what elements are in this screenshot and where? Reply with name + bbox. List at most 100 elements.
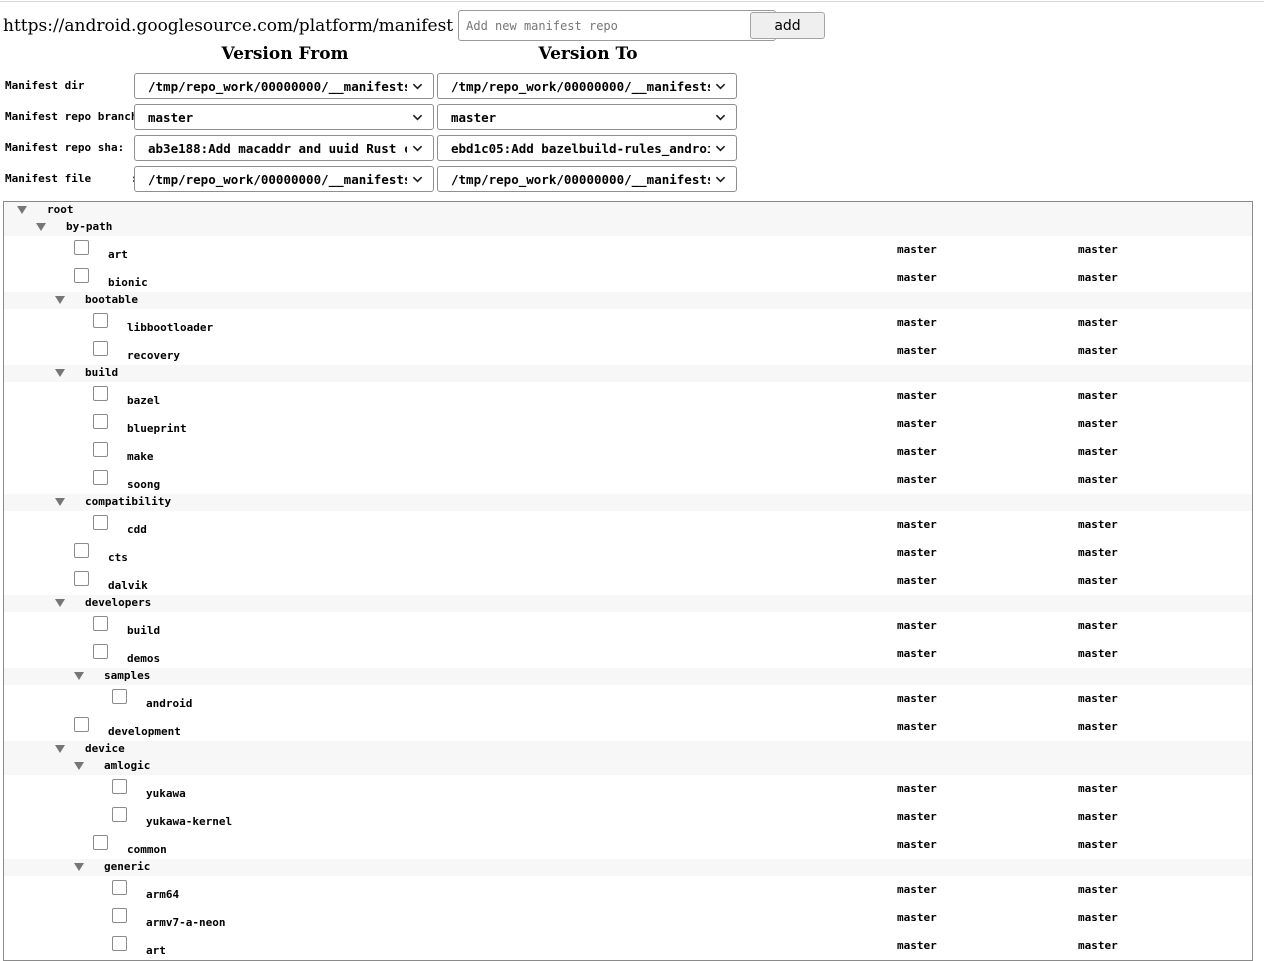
- chevron-down-icon: [715, 176, 726, 183]
- tree-project-yukawa-kernel: yukawa-kernel master master: [4, 803, 1252, 831]
- project-label: build: [127, 624, 161, 637]
- selected-value: ebd1c05:Add bazelbuild-rules_android: [451, 140, 710, 156]
- chevron-down-icon: [412, 176, 423, 183]
- manifest-dir-from-select[interactable]: /tmp/repo_work/00000000/__manifests_: [134, 73, 434, 99]
- project-checkbox[interactable]: [74, 240, 89, 255]
- version-to-value: master: [1078, 883, 1118, 896]
- project-checkbox[interactable]: [93, 515, 108, 530]
- project-label: dalvik: [108, 579, 148, 592]
- version-from-value: master: [897, 574, 937, 587]
- tree-project-soong: soong master master: [4, 466, 1252, 494]
- manifest-file-label: Manifest file :: [5, 172, 138, 185]
- manifest-file-from-select[interactable]: /tmp/repo_work/00000000/__manifests_: [134, 166, 434, 192]
- collapse-triangle-icon[interactable]: [17, 206, 27, 214]
- version-to-value: master: [1078, 782, 1118, 795]
- collapse-triangle-icon[interactable]: [55, 369, 65, 377]
- project-checkbox[interactable]: [112, 689, 127, 704]
- version-to-value: master: [1078, 445, 1118, 458]
- project-checkbox[interactable]: [93, 313, 108, 328]
- version-from-value: master: [897, 939, 937, 952]
- version-from-value: master: [897, 692, 937, 705]
- project-checkbox[interactable]: [112, 908, 127, 923]
- tree-folder-developers: developers: [4, 595, 1252, 612]
- project-label: bazel: [127, 394, 161, 407]
- version-from-value: master: [897, 316, 937, 329]
- tree-project-demos: demos master master: [4, 640, 1252, 668]
- version-from-value: master: [897, 782, 937, 795]
- project-checkbox[interactable]: [74, 543, 89, 558]
- project-checkbox[interactable]: [93, 442, 108, 457]
- chevron-down-icon: [715, 145, 726, 152]
- project-checkbox[interactable]: [112, 880, 127, 895]
- version-to-value: master: [1078, 720, 1118, 733]
- folder-label: bootable: [85, 293, 138, 306]
- tree-folder-bootable: bootable: [4, 292, 1252, 309]
- project-checkbox[interactable]: [93, 386, 108, 401]
- collapse-triangle-icon[interactable]: [36, 223, 46, 231]
- project-checkbox[interactable]: [93, 644, 108, 659]
- project-label: recovery: [127, 349, 180, 362]
- collapse-triangle-icon[interactable]: [55, 498, 65, 506]
- tree-project-yukawa: yukawa master master: [4, 775, 1252, 803]
- chevron-down-icon: [412, 114, 423, 121]
- collapse-triangle-icon[interactable]: [55, 745, 65, 753]
- project-checkbox[interactable]: [93, 341, 108, 356]
- manifest-dir-to-select[interactable]: /tmp/repo_work/00000000/__manifests_: [437, 73, 737, 99]
- manifest-branch-label: Manifest repo branch:: [5, 110, 145, 123]
- project-label: art: [146, 944, 166, 957]
- tree-folder-root: root: [4, 202, 1252, 219]
- collapse-triangle-icon[interactable]: [74, 672, 84, 680]
- version-to-value: master: [1078, 243, 1118, 256]
- tree-project-android: android master master: [4, 685, 1252, 713]
- collapse-triangle-icon[interactable]: [74, 762, 84, 770]
- project-label: soong: [127, 478, 161, 491]
- project-checkbox[interactable]: [93, 414, 108, 429]
- version-from-value: master: [897, 838, 937, 851]
- version-from-value: master: [897, 720, 937, 733]
- manifest-file-to-select[interactable]: /tmp/repo_work/00000000/__manifests_: [437, 166, 737, 192]
- project-label: libbootloader: [127, 321, 214, 334]
- version-to-value: master: [1078, 518, 1118, 531]
- project-label: cdd: [127, 523, 147, 536]
- collapse-triangle-icon[interactable]: [74, 863, 84, 871]
- selected-value: ab3e188:Add macaddr and uuid Rust cr: [148, 140, 407, 156]
- collapse-triangle-icon[interactable]: [55, 296, 65, 304]
- folder-label: samples: [104, 669, 151, 682]
- project-label: yukawa: [146, 787, 186, 800]
- project-checkbox[interactable]: [74, 717, 89, 732]
- project-checkbox[interactable]: [93, 616, 108, 631]
- version-to-value: master: [1078, 647, 1118, 660]
- project-checkbox[interactable]: [112, 807, 127, 822]
- add-repo-button[interactable]: add: [750, 12, 825, 39]
- manifest-sha-to-select[interactable]: ebd1c05:Add bazelbuild-rules_android: [437, 135, 737, 161]
- chevron-down-icon: [412, 83, 423, 90]
- folder-label: developers: [85, 596, 152, 609]
- tree-folder-generic: generic: [4, 859, 1252, 876]
- manifest-branch-to-select[interactable]: master: [437, 104, 737, 130]
- version-to-value: master: [1078, 271, 1118, 284]
- tree-project-make: make master master: [4, 438, 1252, 466]
- project-label: yukawa-kernel: [146, 815, 233, 828]
- project-checkbox[interactable]: [93, 835, 108, 850]
- selected-value: master: [451, 109, 497, 125]
- folder-label: root: [47, 203, 74, 216]
- project-label: android: [146, 697, 193, 710]
- version-to-value: master: [1078, 546, 1118, 559]
- project-checkbox[interactable]: [74, 571, 89, 586]
- project-checkbox[interactable]: [93, 470, 108, 485]
- tree-folder-compatibility: compatibility: [4, 494, 1252, 511]
- project-checkbox[interactable]: [112, 779, 127, 794]
- manifest-dir-label: Manifest dir: [5, 79, 85, 92]
- version-from-value: master: [897, 546, 937, 559]
- manifest-branch-from-select[interactable]: master: [134, 104, 434, 130]
- collapse-triangle-icon[interactable]: [55, 599, 65, 607]
- new-manifest-repo-input[interactable]: [458, 10, 777, 41]
- tree-folder-samples: samples: [4, 668, 1252, 685]
- version-from-value: master: [897, 619, 937, 632]
- project-checkbox[interactable]: [112, 936, 127, 951]
- manifest-sha-from-select[interactable]: ab3e188:Add macaddr and uuid Rust cr: [134, 135, 434, 161]
- tree-project-cts: cts master master: [4, 539, 1252, 567]
- tree-folder-by-path: by-path: [4, 219, 1252, 236]
- project-checkbox[interactable]: [74, 268, 89, 283]
- project-label: development: [108, 725, 181, 738]
